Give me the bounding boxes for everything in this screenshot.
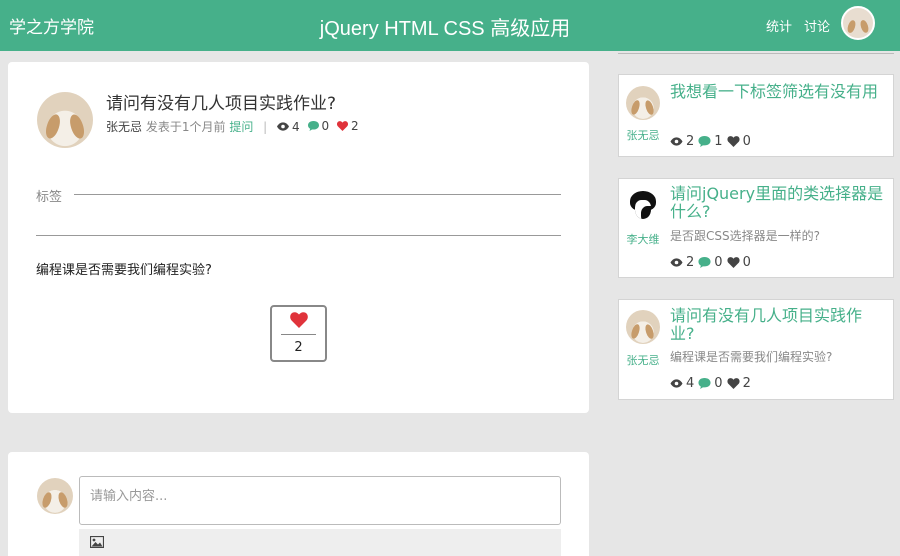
eye-icon bbox=[670, 258, 683, 267]
reply-input[interactable] bbox=[79, 476, 561, 525]
likes-stat: 2 bbox=[336, 119, 359, 133]
comments-count: 0 bbox=[714, 255, 723, 270]
likes-count: 2 bbox=[350, 119, 359, 133]
like-divider bbox=[281, 334, 316, 335]
tags-divider bbox=[74, 194, 561, 195]
comments-count: 0 bbox=[321, 119, 330, 133]
meta-divider: | bbox=[263, 120, 268, 134]
question-type-tag[interactable]: 提问 bbox=[229, 120, 253, 134]
views-stat: 2 bbox=[670, 255, 694, 270]
likes-stat: 0 bbox=[727, 134, 751, 149]
nav-discuss-link[interactable]: 讨论 bbox=[804, 16, 830, 35]
question-title: 请问有没有几人项目实践作业? bbox=[106, 94, 337, 114]
heart-icon bbox=[272, 312, 325, 332]
heart-icon bbox=[336, 121, 348, 131]
author-avatar[interactable] bbox=[37, 92, 93, 148]
nav-stats-link[interactable]: 统计 bbox=[766, 16, 792, 35]
course-title: jQuery HTML CSS 高级应用 bbox=[319, 18, 571, 40]
likes-stat: 2 bbox=[727, 376, 751, 391]
question-stats: 2 1 0 bbox=[670, 134, 755, 149]
views-stat: 2 bbox=[670, 134, 694, 149]
views-count: 4 bbox=[686, 376, 695, 391]
posted-time: 发表于1个月前 bbox=[145, 120, 226, 134]
comments-stat: 0 bbox=[307, 119, 330, 133]
comments-stat: 0 bbox=[698, 376, 723, 391]
content-divider bbox=[36, 235, 561, 236]
sidebar-question-card[interactable]: 李大维 请问jQuery里面的类选择器是什么? 是否跟CSS选择器是一样的? 2… bbox=[618, 178, 894, 278]
likes-count: 2 bbox=[742, 376, 751, 391]
user-avatar[interactable] bbox=[841, 6, 875, 40]
reply-card bbox=[8, 452, 589, 556]
author-name[interactable]: 张无忌 bbox=[619, 352, 667, 368]
question-body: 编程课是否需要我们编程实验? bbox=[36, 263, 212, 278]
question-title-link[interactable]: 我想看一下标签筛选有没有用 bbox=[670, 83, 884, 101]
question-title-link[interactable]: 请问jQuery里面的类选择器是什么? bbox=[670, 185, 884, 221]
question-description: 编程课是否需要我们编程实验? bbox=[670, 350, 833, 364]
comments-stat: 1 bbox=[698, 134, 723, 149]
comment-icon bbox=[698, 257, 711, 268]
comment-icon bbox=[698, 136, 711, 147]
heart-icon bbox=[727, 136, 740, 147]
eye-icon bbox=[277, 122, 290, 131]
top-bar: 学之方学院 jQuery HTML CSS 高级应用 统计 讨论 bbox=[0, 0, 900, 51]
comments-count: 0 bbox=[714, 376, 723, 391]
likes-stat: 0 bbox=[727, 255, 751, 270]
sidebar-question-card[interactable]: 张无忌 请问有没有几人项目实践作业? 编程课是否需要我们编程实验? 4 0 2 bbox=[618, 299, 894, 400]
author-name[interactable]: 张无忌 bbox=[619, 127, 667, 143]
current-user-avatar bbox=[37, 478, 73, 514]
heart-icon bbox=[727, 257, 740, 268]
likes-count: 0 bbox=[742, 134, 751, 149]
views-count: 2 bbox=[686, 255, 695, 270]
question-title-link[interactable]: 请问有没有几人项目实践作业? bbox=[670, 307, 884, 343]
comments-stat: 0 bbox=[698, 255, 723, 270]
likes-count: 0 bbox=[742, 255, 751, 270]
author-avatar[interactable] bbox=[626, 188, 660, 222]
like-count: 2 bbox=[294, 340, 303, 355]
eye-icon bbox=[670, 137, 683, 146]
tags-section: 标签 bbox=[36, 186, 561, 205]
author-name[interactable]: 张无忌 bbox=[106, 120, 142, 134]
comment-icon bbox=[698, 378, 711, 389]
comment-icon bbox=[307, 121, 319, 131]
reply-toolbar bbox=[79, 529, 561, 556]
views-count: 4 bbox=[292, 119, 300, 134]
tags-label: 标签 bbox=[36, 186, 71, 205]
author-name[interactable]: 李大维 bbox=[619, 231, 667, 247]
page-title: jQuery HTML CSS 高级应用 bbox=[0, 12, 890, 41]
question-card: 请问有没有几人项目实践作业? 张无忌 发表于1个月前 提问 | 4 0 2 标签… bbox=[8, 62, 589, 413]
question-meta: 张无忌 发表于1个月前 提问 | 4 0 2 bbox=[106, 118, 363, 135]
heart-icon bbox=[727, 378, 740, 389]
views-count: 2 bbox=[686, 134, 695, 149]
author-avatar[interactable] bbox=[626, 310, 660, 344]
views-stat: 4 bbox=[277, 120, 300, 134]
image-icon[interactable] bbox=[90, 536, 104, 548]
views-stat: 4 bbox=[670, 376, 694, 391]
comments-count: 1 bbox=[714, 134, 723, 149]
eye-icon bbox=[670, 379, 683, 388]
sidebar-divider bbox=[618, 53, 894, 54]
author-avatar[interactable] bbox=[626, 86, 660, 120]
sidebar-question-card[interactable]: 张无忌 我想看一下标签筛选有没有用 2 1 0 bbox=[618, 74, 894, 157]
like-button[interactable]: 2 bbox=[270, 305, 327, 362]
question-stats: 2 0 0 bbox=[670, 255, 755, 270]
question-description: 是否跟CSS选择器是一样的? bbox=[670, 229, 820, 243]
question-stats: 4 0 2 bbox=[670, 376, 755, 391]
